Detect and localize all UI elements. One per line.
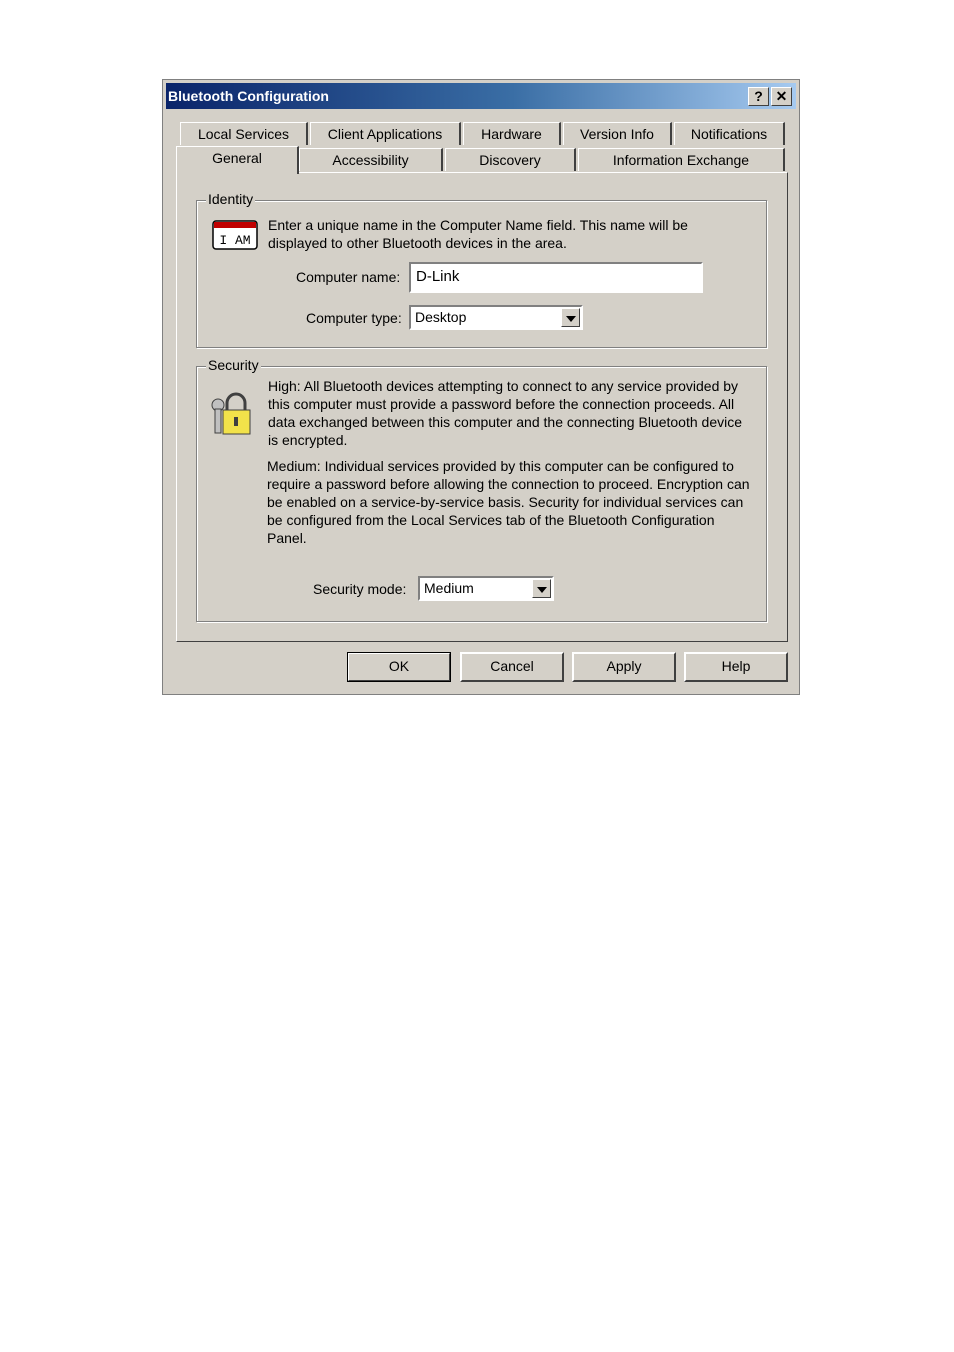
tab-notifications[interactable]: Notifications: [674, 122, 785, 145]
apply-button[interactable]: Apply: [572, 652, 676, 682]
computer-type-select[interactable]: Desktop: [409, 305, 583, 330]
identity-legend: Identity: [206, 191, 256, 207]
computer-type-label: Computer type:: [306, 310, 402, 326]
bluetooth-configuration-dialog: Bluetooth Configuration ? ✕ Local Servic…: [162, 79, 800, 695]
tab-general[interactable]: General: [176, 146, 299, 174]
computer-name-input[interactable]: D-Link: [409, 262, 703, 293]
security-mode-label: Security mode:: [313, 581, 407, 597]
security-legend: Security: [206, 357, 261, 373]
security-medium-text: Medium: Individual services provided by …: [267, 458, 750, 546]
security-group: Security High: All Bluetooth devices att…: [196, 357, 767, 622]
chevron-down-icon[interactable]: [532, 579, 551, 598]
security-mode-select[interactable]: Medium: [418, 576, 554, 601]
help-button[interactable]: Help: [684, 652, 788, 682]
tab-version-info[interactable]: Version Info: [563, 122, 672, 145]
tab-hardware[interactable]: Hardware: [463, 122, 561, 145]
computer-name-label: Computer name:: [296, 269, 401, 285]
padlock-keys-icon: [207, 389, 255, 439]
identity-description: Enter a unique name in the Computer Name…: [268, 217, 688, 251]
identity-group: Identity I AM Enter a unique name in the…: [196, 191, 767, 348]
close-button[interactable]: ✕: [771, 87, 792, 106]
i-am-badge-icon: I AM: [212, 220, 258, 250]
tab-information-exchange[interactable]: Information Exchange: [578, 148, 785, 171]
tab-discovery[interactable]: Discovery: [445, 148, 576, 171]
chevron-down-icon[interactable]: [561, 308, 580, 327]
tab-local-services[interactable]: Local Services: [180, 122, 308, 145]
help-title-button[interactable]: ?: [748, 87, 769, 106]
ok-button[interactable]: OK: [347, 652, 451, 682]
title-bar[interactable]: Bluetooth Configuration ? ✕: [166, 83, 796, 109]
security-mode-value: Medium: [424, 580, 474, 596]
cancel-button[interactable]: Cancel: [460, 652, 564, 682]
general-tab-panel: Identity I AM Enter a unique name in the…: [176, 172, 788, 642]
tab-accessibility[interactable]: Accessibility: [299, 148, 443, 171]
window-title: Bluetooth Configuration: [168, 88, 329, 104]
computer-type-value: Desktop: [415, 309, 467, 325]
security-high-text: High: All Bluetooth devices attempting t…: [268, 378, 742, 448]
svg-text:I AM: I AM: [219, 233, 250, 248]
tab-client-applications[interactable]: Client Applications: [310, 122, 461, 145]
